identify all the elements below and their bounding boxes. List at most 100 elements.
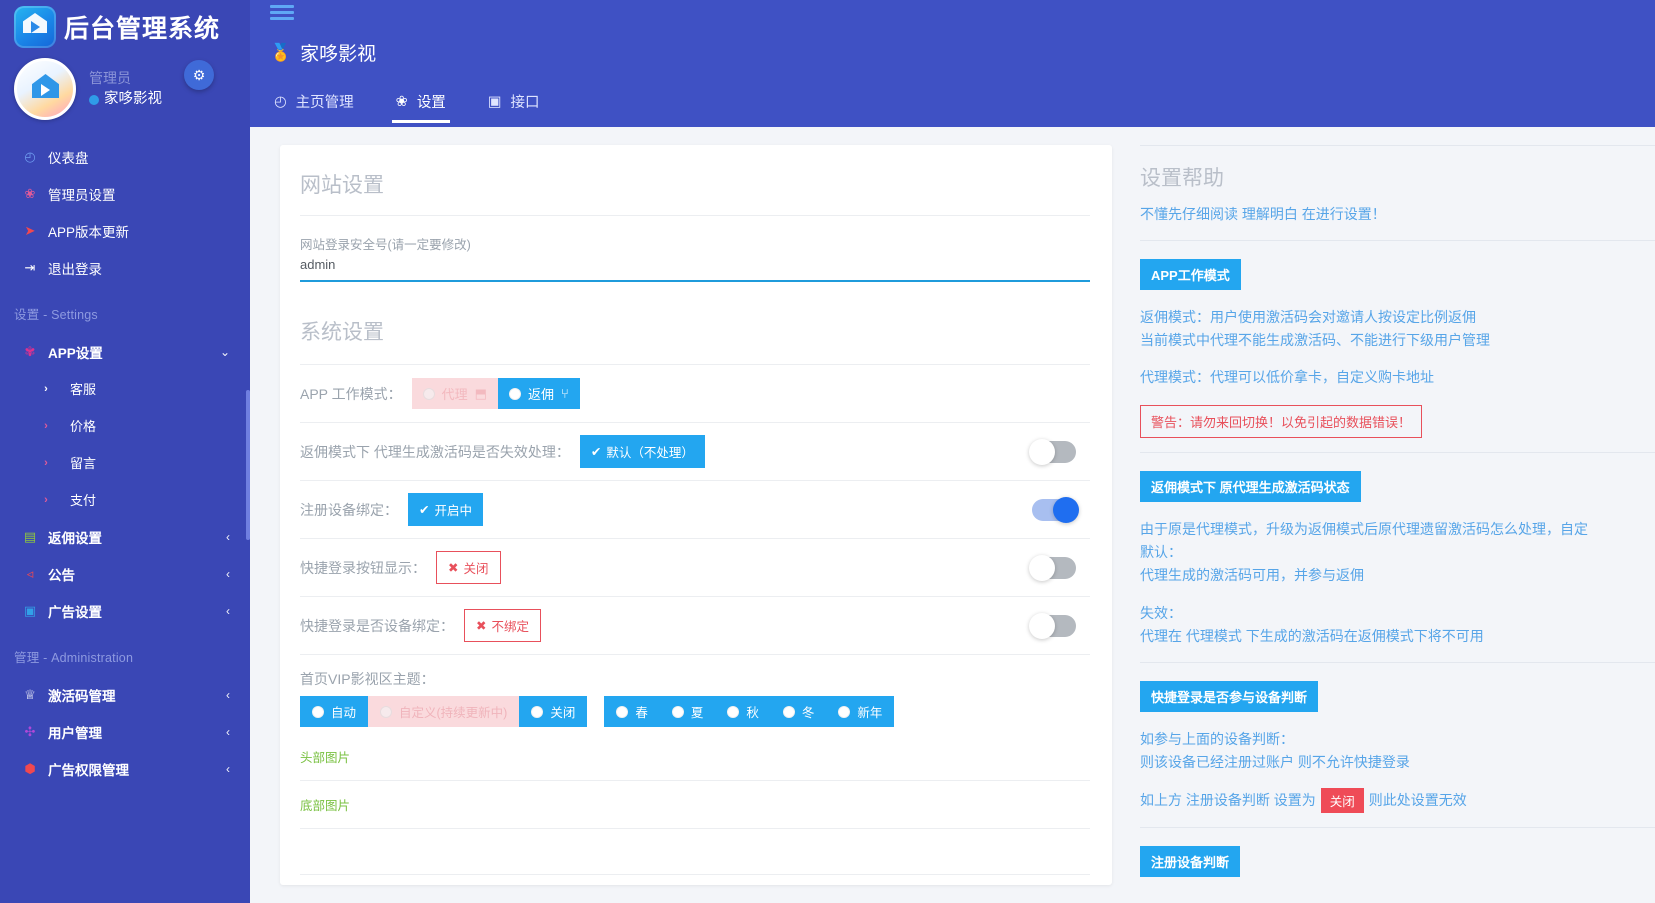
dashboard-icon: ◴ [22, 149, 38, 165]
sidebar-item-rebate-settings[interactable]: ▤ 返佣设置 ‹ [0, 518, 250, 555]
toggle-knob [1029, 555, 1055, 581]
trophy-icon: ♕ [22, 687, 38, 703]
toggle-rebate-code-invalidation[interactable] [1032, 441, 1076, 463]
help-line: 默认： [1140, 541, 1655, 564]
header-image-row: 头部图片 [300, 733, 1090, 781]
vip-theme-auto[interactable]: 自动 [300, 696, 368, 727]
header-image-link[interactable]: 头部图片 [300, 751, 350, 765]
api-icon: ▣ [488, 94, 502, 110]
toggle-quick-login-button[interactable] [1032, 557, 1076, 579]
divider [1140, 452, 1655, 453]
vip-theme-newyear[interactable]: 新年 [826, 696, 894, 727]
x-icon: ✖ [476, 618, 486, 633]
brand[interactable]: 后台管理系统 [0, 0, 250, 52]
hamburger-icon[interactable] [270, 0, 1655, 20]
sidebar-item-dashboard[interactable]: ◴ 仪表盘 [0, 138, 250, 175]
tag-default-no-action[interactable]: ✔ 默认（不处理） [580, 435, 705, 468]
chevron-right-icon: › [38, 494, 54, 506]
sidebar-item-label: 广告权限管理 [48, 759, 129, 779]
help-badge-original-agent-code-status[interactable]: 返佣模式下 原代理生成激活码状态 [1140, 471, 1361, 502]
tag-closed[interactable]: ✖ 关闭 [436, 551, 501, 584]
sidebar-item-activation-codes[interactable]: ♕ 激活码管理 ‹ [0, 676, 250, 713]
footer-image-link[interactable]: 底部图片 [300, 799, 350, 813]
help-badge-register-device-check[interactable]: 注册设备判断 [1140, 846, 1240, 877]
sidebar-scrollbar[interactable] [246, 390, 250, 540]
chevron-left-icon[interactable]: ‹ [226, 530, 230, 544]
chevron-left-icon[interactable]: ‹ [226, 688, 230, 702]
sidebar-item-label: 返佣设置 [48, 527, 102, 547]
chevron-right-icon: › [38, 383, 54, 395]
gear-icon: ❀ [396, 94, 408, 110]
toggle-knob [1029, 439, 1055, 465]
sidebar-item-kefu[interactable]: › 客服 [0, 370, 250, 407]
sidebar-item-user-management[interactable]: ✣ 用户管理 ‹ [0, 713, 250, 750]
rebate-suffix-icon: ⑂ [561, 386, 569, 401]
radio-icon [672, 706, 684, 718]
sidebar-item-label: 价格 [70, 416, 96, 435]
tab-settings[interactable]: ❀ 设置 [392, 83, 466, 123]
system-settings-title: 系统设置 [300, 282, 1090, 364]
help-badge-quick-login-device-check[interactable]: 快捷登录是否参与设备判断 [1140, 681, 1318, 712]
sidebar-item-message[interactable]: › 留言 [0, 444, 250, 481]
row-label: 快捷登录是否设备绑定： [300, 616, 454, 636]
chevron-left-icon[interactable]: ‹ [226, 567, 230, 581]
segment-agent[interactable]: 代理 ⬒ [412, 378, 498, 409]
profile[interactable]: 管理员 家哆影视 [0, 52, 250, 130]
help-inline-before: 如上方 注册设备判断 设置为 [1140, 790, 1316, 810]
option-label: 秋 [746, 702, 759, 721]
radio-icon [727, 706, 739, 718]
extra-row [300, 829, 1090, 875]
radio-icon [783, 706, 795, 718]
help-inline-after: 则此处设置无效 [1369, 790, 1467, 810]
chevron-left-icon[interactable]: ‹ [226, 762, 230, 776]
segment-rebate[interactable]: 返佣 ⑂ [498, 378, 580, 409]
right-pane: 🏅 家哆影视 ◴ 主页管理 ❀ 设置 ▣ 接口 [250, 0, 1655, 903]
security-field[interactable]: 网站登录安全号(请一定要修改) admin [300, 216, 1090, 282]
sidebar-item-admin-settings[interactable]: ❀ 管理员设置 [0, 175, 250, 212]
sidebar-item-ad-settings[interactable]: ▣ 广告设置 ‹ [0, 592, 250, 629]
toggle-register-device-binding[interactable] [1032, 499, 1076, 521]
sidebar-item-app-version[interactable]: ➤ APP版本更新 [0, 212, 250, 249]
row-quick-login-device-binding: 快捷登录是否设备绑定： ✖ 不绑定 [300, 597, 1090, 655]
tag-enabled[interactable]: ✔ 开启中 [408, 493, 483, 526]
help-badge-app-work-mode[interactable]: APP工作模式 [1140, 259, 1241, 290]
chevron-left-icon[interactable]: ‹ [226, 604, 230, 618]
security-input[interactable]: admin [300, 253, 1090, 272]
toggle-quick-login-device-binding[interactable] [1032, 615, 1076, 637]
tag-not-bound[interactable]: ✖ 不绑定 [464, 609, 541, 642]
logout-icon: ⇥ [22, 260, 38, 276]
tab-api[interactable]: ▣ 接口 [484, 83, 560, 123]
sidebar-item-price[interactable]: › 价格 [0, 407, 250, 444]
vip-theme-autumn[interactable]: 秋 [715, 696, 771, 727]
vip-theme-custom[interactable]: 自定义(持续更新中) [368, 696, 519, 727]
vip-theme-summer[interactable]: 夏 [660, 696, 716, 727]
sidebar-item-label: 留言 [70, 453, 96, 472]
tab-label: 设置 [417, 91, 446, 112]
help-panel: 设置帮助 不懂先仔细阅读 理解明白 在进行设置！ APP工作模式 返佣模式：用户… [1112, 145, 1655, 903]
image-icon: ▣ [22, 603, 38, 619]
sidebar-item-label: APP版本更新 [48, 221, 129, 241]
option-label: 关闭 [550, 702, 575, 721]
sidebar-item-label: APP设置 [48, 342, 103, 362]
help-line: 由于原是代理模式，升级为返佣模式后原代理遗留激活码怎么处理，自定 [1140, 518, 1655, 541]
sidebar-item-app-settings[interactable]: ✾ APP设置 ⌄ [0, 333, 250, 370]
radio-icon [312, 706, 324, 718]
avatar [14, 58, 76, 120]
chevron-down-icon[interactable]: ⌄ [220, 345, 230, 359]
page-title-wrap: 🏅 家哆影视 [270, 23, 1655, 66]
tag-label: 默认（不处理） [606, 442, 694, 461]
sidebar-item-ad-permission[interactable]: ⬢ 广告权限管理 ‹ [0, 750, 250, 787]
chevron-left-icon[interactable]: ‹ [226, 725, 230, 739]
radio-icon [509, 388, 521, 400]
tab-home-manage[interactable]: ◴ 主页管理 [270, 83, 374, 123]
vip-theme-spring[interactable]: 春 [604, 696, 660, 727]
gear-icon[interactable]: ⚙ [184, 60, 214, 90]
sidebar-item-logout[interactable]: ⇥ 退出登录 [0, 249, 250, 286]
sidebar-item-label: 激活码管理 [48, 685, 116, 705]
vip-theme-off[interactable]: 关闭 [519, 696, 587, 727]
sidebar-item-payment[interactable]: › 支付 [0, 481, 250, 518]
option-label: 冬 [802, 702, 815, 721]
sidebar-item-label: 广告设置 [48, 601, 102, 621]
sidebar-item-announcement[interactable]: ◃ 公告 ‹ [0, 555, 250, 592]
vip-theme-winter[interactable]: 冬 [771, 696, 827, 727]
